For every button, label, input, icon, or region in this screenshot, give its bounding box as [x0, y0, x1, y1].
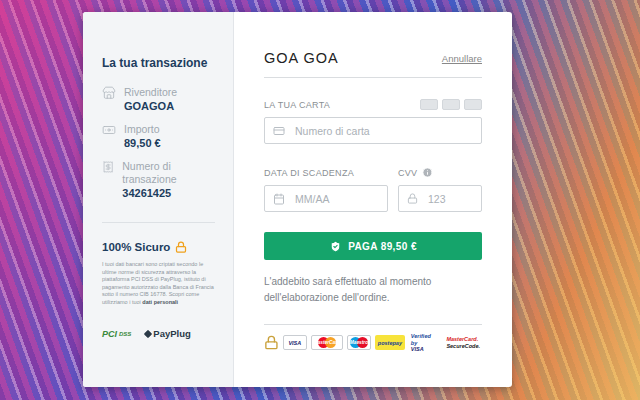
summary-label: Importo	[124, 123, 161, 136]
card-label: LA TUA CARTA	[264, 98, 330, 111]
info-icon[interactable]	[422, 167, 433, 178]
summary-row: RivenditoreGOAGOA	[102, 86, 215, 113]
cvv-label: CVV	[398, 166, 482, 179]
summary-value: 89,50 €	[124, 137, 161, 150]
credit-card-icon	[273, 125, 285, 137]
verified-logo: Verified byVISA	[409, 333, 441, 353]
padlock-icon	[264, 335, 279, 350]
expiry-label: DATA DI SCADENZA	[264, 166, 388, 179]
pay-button[interactable]: PAGA 89,50 €	[264, 232, 482, 260]
lock-icon	[407, 193, 418, 204]
payplug-logo: PayPlug	[145, 328, 191, 339]
cvv-field[interactable]	[398, 185, 482, 212]
payment-card: La tua transazione RivenditoreGOAGOA Impor…	[83, 12, 512, 387]
transaction-sidebar: La tua transazione RivenditoreGOAGOA Impor…	[83, 12, 234, 387]
card-number-field[interactable]	[264, 117, 482, 144]
cvv-input[interactable]	[426, 192, 473, 206]
merchant-logo: GOA GOA	[264, 50, 339, 66]
summary-label: Numero di transazione	[122, 160, 215, 186]
card-types	[420, 99, 482, 110]
summary-label: Rivenditore	[124, 86, 177, 99]
card-type-icon	[442, 99, 460, 110]
store-icon	[102, 86, 116, 100]
lock-icon	[175, 241, 187, 253]
money-icon	[102, 123, 116, 137]
visa-logo: VISA	[283, 335, 307, 350]
security-text: I tuoi dati bancari sono criptati second…	[102, 261, 215, 306]
card-type-icon	[420, 99, 438, 110]
form-header: GOA GOA Annullare	[264, 50, 482, 78]
securecode-logo: MasterCard.SecureCode.	[444, 336, 482, 349]
pci-dss-logo: PCIDSS	[102, 329, 131, 339]
calendar-icon	[273, 193, 285, 205]
summary-row: Numero di transazione34261425	[102, 160, 215, 200]
divider	[102, 222, 215, 223]
sidebar-title: La tua transazione	[102, 56, 215, 70]
cancel-link[interactable]: Annullare	[442, 53, 482, 64]
checkout-form: GOA GOA Annullare LA TUA CARTA DATA DI SCAD…	[234, 12, 512, 387]
privacy-link[interactable]: dati personali	[142, 299, 178, 305]
expiry-input[interactable]	[293, 192, 379, 206]
summary-row: Importo89,50 €	[102, 123, 215, 150]
summary-value: 34261425	[122, 187, 215, 200]
postepay-logo: postepay	[375, 335, 405, 350]
payment-logos: VISA MasterCard Maestro postepay Verified by…	[264, 324, 482, 353]
card-number-input[interactable]	[293, 124, 473, 138]
card-type-icon	[464, 99, 482, 110]
summary-value: GOAGOA	[124, 100, 177, 113]
shield-check-icon	[329, 240, 342, 253]
maestro-logo: Maestro	[347, 335, 371, 350]
background-photo: La tua transazione RivenditoreGOAGOA Impor…	[0, 0, 640, 400]
receipt-icon	[102, 160, 114, 174]
expiry-field[interactable]	[264, 185, 388, 212]
trust-logos: PCIDSS PayPlug	[102, 328, 215, 339]
charge-note: L'addebito sarà effettuato al momento de…	[264, 274, 482, 306]
mastercard-logo: MasterCard	[311, 335, 343, 350]
secure-title: 100% Sicuro	[102, 241, 215, 253]
